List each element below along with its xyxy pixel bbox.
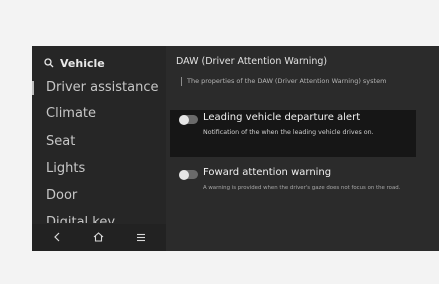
back-button[interactable] — [47, 228, 67, 246]
home-button[interactable] — [88, 228, 108, 246]
sidebar-header[interactable]: Vehicle — [44, 55, 105, 71]
menu-button[interactable] — [131, 228, 151, 246]
menu-icon — [137, 233, 145, 241]
sidebar-item-door[interactable]: Door — [46, 188, 77, 204]
search-icon — [44, 58, 54, 68]
leading-vehicle-alert-toggle[interactable] — [179, 114, 198, 125]
setting-title: Foward attention warning — [203, 167, 332, 178]
setting-description: A warning is provided when the driver's … — [203, 185, 401, 191]
forward-attention-warning-toggle[interactable] — [179, 169, 198, 180]
setting-forward-attention-warning[interactable]: Foward attention warning A warning is pr… — [170, 165, 416, 199]
active-indicator — [32, 81, 34, 95]
setting-description: Notification of the when the leading veh… — [203, 129, 374, 136]
sidebar-item-driver-assistance[interactable]: Driver assistance — [46, 80, 158, 96]
setting-title: Leading vehicle departure alert — [203, 112, 361, 123]
sidebar-item-lights[interactable]: Lights — [46, 161, 85, 177]
main-content: DAW (Driver Attention Warning) The prope… — [166, 46, 439, 251]
toggle-knob — [179, 114, 189, 125]
sidebar: Vehicle Driver assistance Climate Seat L… — [32, 46, 166, 251]
page-title: DAW (Driver Attention Warning) — [176, 56, 328, 67]
infotainment-screen: Vehicle Driver assistance Climate Seat L… — [32, 46, 439, 251]
sidebar-item-climate[interactable]: Climate — [46, 106, 96, 122]
home-icon — [93, 232, 103, 242]
bottom-navigation-bar — [32, 224, 166, 251]
sidebar-item-seat[interactable]: Seat — [46, 134, 75, 150]
sidebar-title: Vehicle — [60, 56, 105, 70]
toggle-knob — [179, 169, 189, 180]
back-icon — [54, 232, 60, 242]
page-description: The properties of the DAW (Driver Attent… — [181, 77, 437, 86]
setting-leading-vehicle-departure-alert[interactable]: Leading vehicle departure alert Notifica… — [170, 110, 416, 157]
